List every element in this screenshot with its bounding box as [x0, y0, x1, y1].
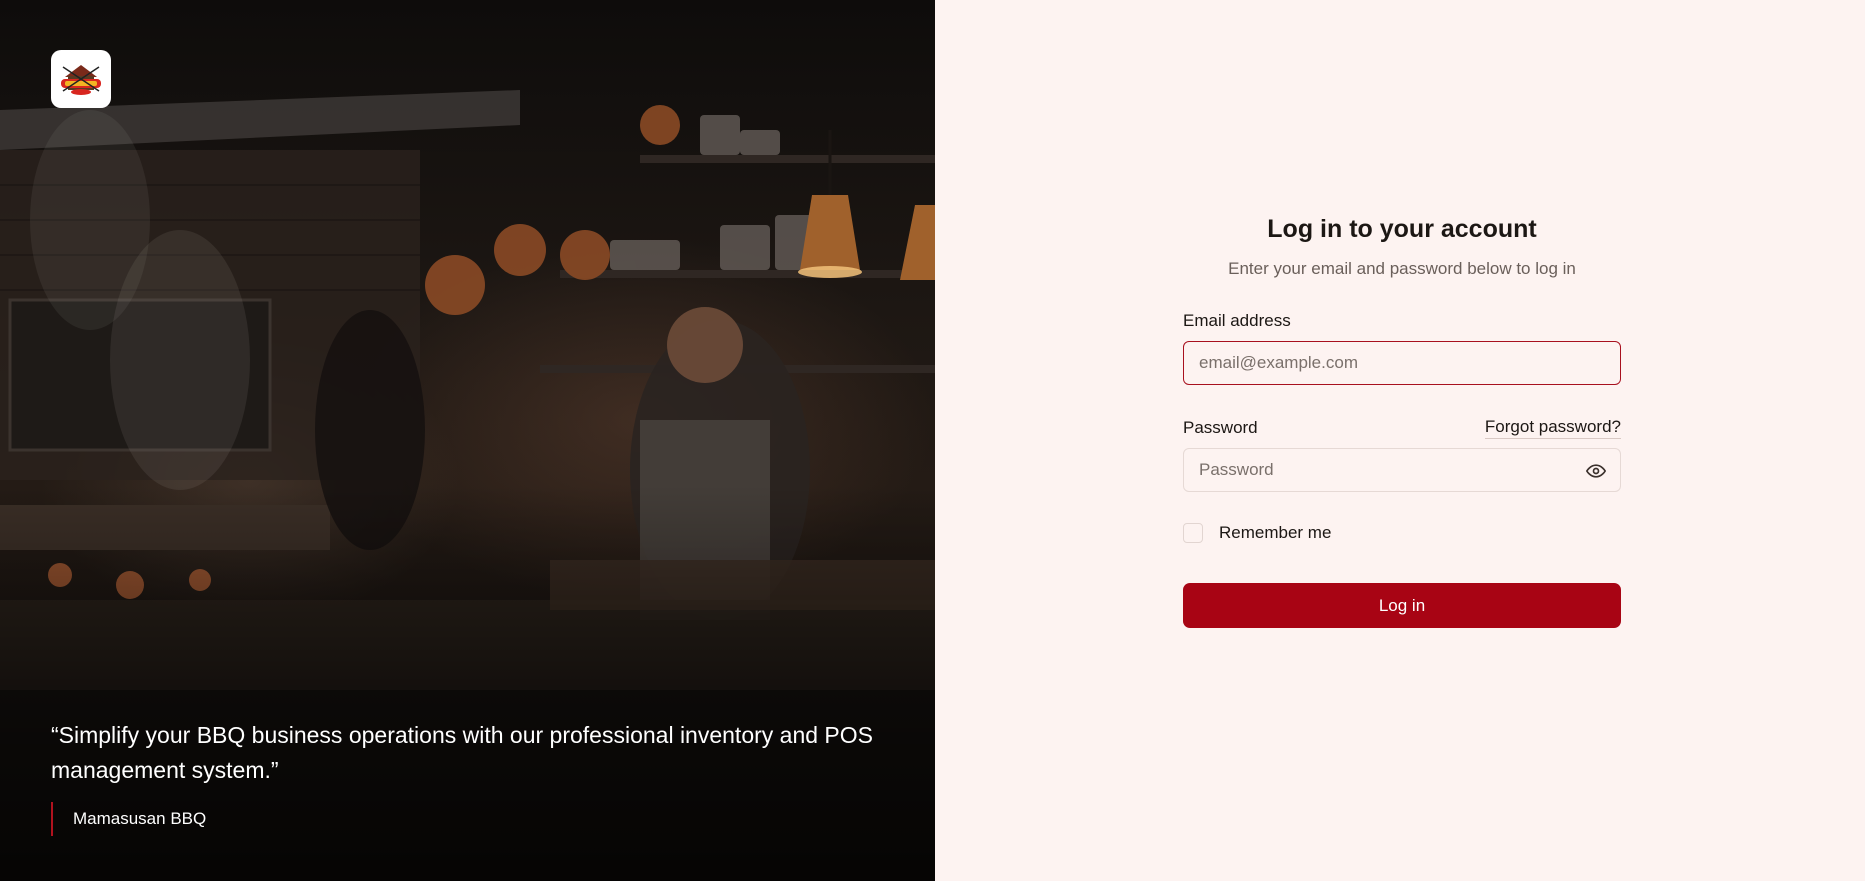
- remember-me-checkbox[interactable]: [1183, 523, 1203, 543]
- password-label: Password: [1183, 417, 1258, 437]
- email-label: Email address: [1183, 311, 1291, 330]
- remember-me-label[interactable]: Remember me: [1219, 522, 1331, 544]
- email-group: Email address: [1183, 310, 1621, 385]
- email-input[interactable]: [1184, 342, 1620, 384]
- testimonial-block: “Simplify your BBQ business operations w…: [51, 718, 901, 836]
- page-title: Log in to your account: [1267, 215, 1537, 243]
- hero-quote: “Simplify your BBQ business operations w…: [51, 722, 874, 783]
- password-input-wrapper: [1183, 448, 1621, 492]
- password-group: Password Forgot password?: [1183, 416, 1621, 492]
- login-panel: Log in to your account Enter your email …: [935, 0, 1865, 881]
- login-button[interactable]: Log in: [1183, 583, 1621, 628]
- remember-me-row: Remember me: [1183, 522, 1621, 544]
- email-input-wrapper: [1183, 341, 1621, 385]
- brand-logo[interactable]: [51, 50, 111, 108]
- mamasusan-bbq-logo-icon: [61, 65, 101, 95]
- hero-panel: “Simplify your BBQ business operations w…: [0, 0, 935, 881]
- password-label-row: Password Forgot password?: [1183, 416, 1621, 439]
- eye-icon[interactable]: [1586, 461, 1606, 481]
- forgot-password-link[interactable]: Forgot password?: [1484, 416, 1621, 439]
- password-input[interactable]: [1184, 449, 1620, 491]
- login-form: Log in to your account Enter your email …: [1183, 214, 1621, 628]
- page-subtitle: Enter your email and password below to l…: [1228, 259, 1576, 278]
- quote-attribution: Mamasusan BBQ: [51, 802, 901, 836]
